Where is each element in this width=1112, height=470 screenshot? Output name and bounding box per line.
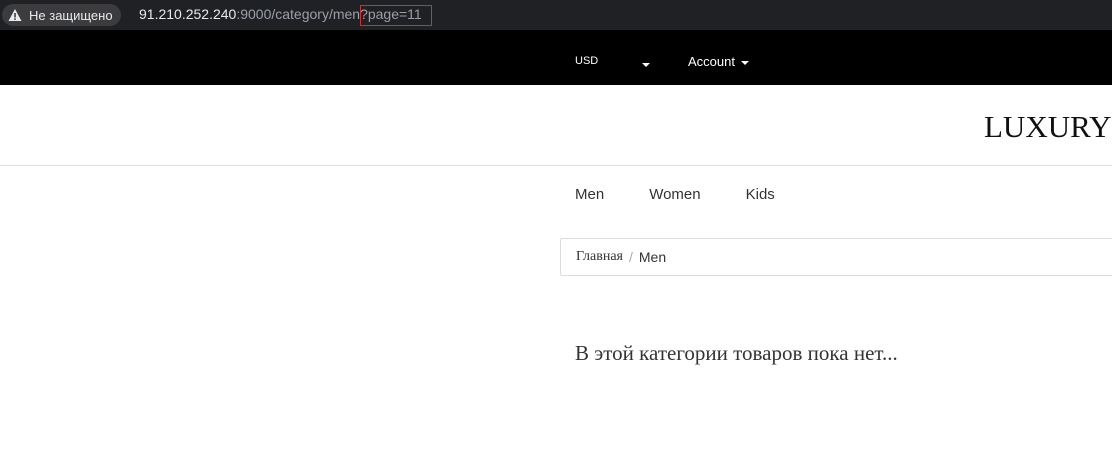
category-nav: Men Women Kids (575, 186, 820, 203)
warning-icon (8, 9, 22, 21)
breadcrumb-separator: / (629, 249, 633, 265)
nav-item-kids[interactable]: Kids (746, 186, 775, 203)
account-caret-icon (740, 60, 749, 65)
store-logo[interactable]: LUXURY (984, 109, 1111, 145)
security-label: Не защищено (29, 7, 113, 23)
nav-item-men[interactable]: Men (575, 186, 604, 203)
security-indicator[interactable]: Не защищено (2, 4, 121, 26)
browser-address-bar: Не защищено 91.210.252.240:9000/category… (0, 0, 1112, 30)
site-header: LUXURY (0, 85, 1112, 166)
breadcrumb-home-link[interactable]: Главная (576, 249, 623, 265)
url-path: :9000/category/men? (236, 6, 368, 22)
account-label: Account (688, 54, 735, 69)
currency-selector[interactable]: USD (575, 55, 598, 67)
breadcrumb: Главная / Men (560, 238, 1112, 276)
store-top-bar: USD Account (0, 30, 1112, 85)
url-query-highlight-box (360, 5, 432, 26)
nav-item-women[interactable]: Women (649, 186, 700, 203)
account-menu[interactable]: Account (688, 54, 749, 69)
breadcrumb-current: Men (638, 249, 667, 265)
currency-caret-icon[interactable] (642, 63, 650, 67)
url-host: 91.210.252.240 (139, 6, 237, 22)
empty-category-message: В этой категории товаров пока нет... (575, 341, 898, 365)
